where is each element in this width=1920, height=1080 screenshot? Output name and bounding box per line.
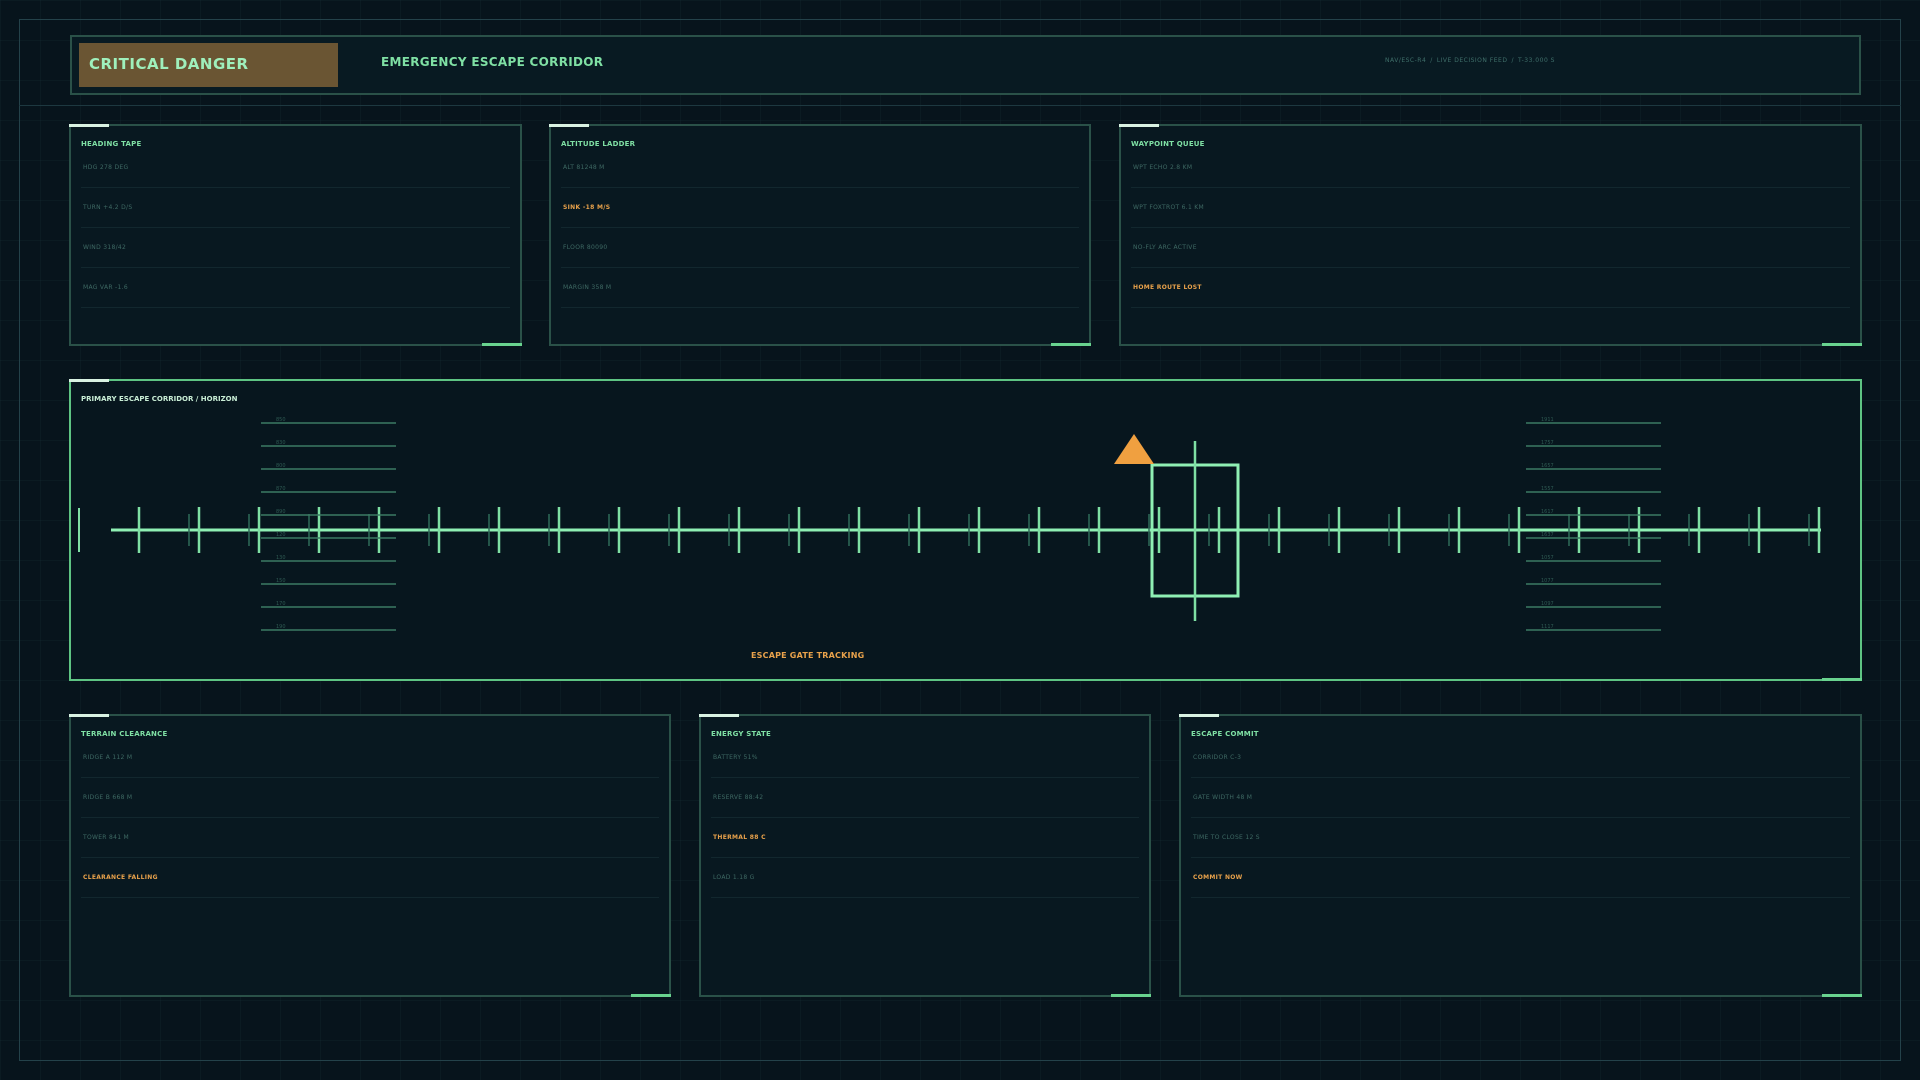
altitude-ladder-panel: ALTITUDE LADDER ALT 81248 M SINK -18 M/S FL… (549, 124, 1091, 346)
ladder-tick-label: 830 (276, 440, 286, 446)
ladder-tick-label: 1097 (1541, 601, 1554, 607)
panel-accent (631, 994, 671, 997)
readout-row: HDG 278 DEG (81, 148, 510, 188)
ladder-tick-label: 1911 (1541, 417, 1554, 423)
page-title: EMERGENCY ESCAPE CORRIDOR (381, 55, 604, 69)
ladder-tick-label: 150 (276, 578, 286, 584)
warning-readout: HOME ROUTE LOST (1131, 268, 1850, 308)
breadcrumb-item: LIVE DECISION FEED (1436, 57, 1508, 64)
gate-tracking-label: ESCAPE GATE TRACKING (751, 651, 865, 660)
warning-triangle-icon (1114, 434, 1154, 464)
warning-readout: COMMIT NOW (1191, 858, 1850, 898)
horizon-display: 850 830 800 870 890 120 130 150 170 190 1911 1757 16… (78, 417, 1821, 631)
readout-row: NO-FLY ARC ACTIVE (1131, 228, 1850, 268)
ladder-tick-label: 170 (276, 601, 286, 607)
ladder-tick-label: 1757 (1541, 440, 1554, 446)
readout-row: WPT ECHO 2.8 KM (1131, 148, 1850, 188)
panel-title: WAYPOINT QUEUE (1131, 140, 1205, 148)
status-badge-label: CRITICAL DANGER (89, 55, 249, 73)
ladder-tick-label: 190 (276, 624, 286, 630)
escape-corridor-panel: PRIMARY ESCAPE CORRIDOR / HORIZON 850 830… (69, 379, 1862, 681)
readout-row: CORRIDOR C-3 (1191, 738, 1850, 778)
energy-state-panel: ENERGY STATE BATTERY 51% RESERVE 88:42 THER… (699, 714, 1151, 997)
panel-accent (482, 343, 522, 346)
readout-row: MAG VAR -1.6 (81, 268, 510, 308)
panel-accent (699, 714, 739, 717)
breadcrumb: NAV/ESC-R4/LIVE DECISION FEED / T-33.000 S (1385, 57, 1555, 64)
ladder-tick-label: 1557 (1541, 486, 1554, 492)
ladder-tick-label: 1637 (1541, 532, 1554, 538)
readout-row: TOWER 841 M (81, 818, 659, 858)
ladder-tick-label: 1117 (1541, 624, 1554, 630)
ladder-tick-label: 1057 (1541, 555, 1554, 561)
ladder-tick-label: 890 (276, 509, 286, 515)
panel-accent (1822, 994, 1862, 997)
warning-readout: THERMAL 88 C (711, 818, 1139, 858)
panel-accent (1051, 343, 1091, 346)
readout-row: GATE WIDTH 48 M (1191, 778, 1850, 818)
panel-accent (1822, 343, 1862, 346)
panel-accent (1119, 124, 1159, 127)
panel-title: ESCAPE COMMIT (1191, 730, 1259, 738)
ladder-tick-label: 870 (276, 486, 286, 492)
heading-tape-panel: HEADING TAPE HDG 278 DEG TURN +4.2 D/S WIND… (69, 124, 522, 346)
panel-title: ENERGY STATE (711, 730, 772, 738)
panel-accent (1179, 714, 1219, 717)
readout-row: WPT FOXTROT 6.1 KM (1131, 188, 1850, 228)
panel-title: TERRAIN CLEARANCE (81, 730, 168, 738)
readout-row: LOAD 1.18 G (711, 858, 1139, 898)
status-badge: CRITICAL DANGER (79, 43, 338, 87)
readout-row: TIME TO CLOSE 12 S (1191, 818, 1850, 858)
readout-row: FLOOR 80090 (561, 228, 1079, 268)
warning-readout: CLEARANCE FALLING (81, 858, 659, 898)
panel-accent (1111, 994, 1151, 997)
panel-title: HEADING TAPE (81, 140, 142, 148)
header-bar: CRITICAL DANGER EMERGENCY ESCAPE CORRIDO… (70, 35, 1861, 95)
ladder-tick-label: 800 (276, 463, 286, 469)
header-divider (19, 105, 1901, 106)
readout-row: WIND 318/42 (81, 228, 510, 268)
readout-row: ALT 81248 M (561, 148, 1079, 188)
ladder-tick-label: 130 (276, 555, 286, 561)
panel-accent (69, 714, 109, 717)
escape-commit-panel: ESCAPE COMMIT CORRIDOR C-3 GATE WIDTH 48 M… (1179, 714, 1862, 997)
readout-row: RESERVE 88:42 (711, 778, 1139, 818)
ladder-tick-label: 850 (276, 417, 286, 423)
panel-accent (69, 124, 109, 127)
panel-accent (549, 124, 589, 127)
panel-title: ALTITUDE LADDER (561, 140, 636, 148)
readout-row: RIDGE B 668 M (81, 778, 659, 818)
ladder-tick-label: 1617 (1541, 509, 1554, 515)
warning-readout: SINK -18 M/S (561, 188, 1079, 228)
breadcrumb-item: T-33.000 S (1517, 57, 1555, 64)
readout-row: RIDGE A 112 M (81, 738, 659, 778)
ladder-tick-label: 1077 (1541, 578, 1554, 584)
waypoint-queue-panel: WAYPOINT QUEUE WPT ECHO 2.8 KM WPT FOXTROT… (1119, 124, 1862, 346)
readout-row: TURN +4.2 D/S (81, 188, 510, 228)
breadcrumb-item: NAV/ESC-R4 (1385, 57, 1427, 64)
readout-row: MARGIN 358 M (561, 268, 1079, 308)
terrain-clearance-panel: TERRAIN CLEARANCE RIDGE A 112 M RIDGE B 66… (69, 714, 671, 997)
ladder-tick-label: 1657 (1541, 463, 1554, 469)
readout-row: BATTERY 51% (711, 738, 1139, 778)
ladder-tick-label: 120 (276, 532, 286, 538)
